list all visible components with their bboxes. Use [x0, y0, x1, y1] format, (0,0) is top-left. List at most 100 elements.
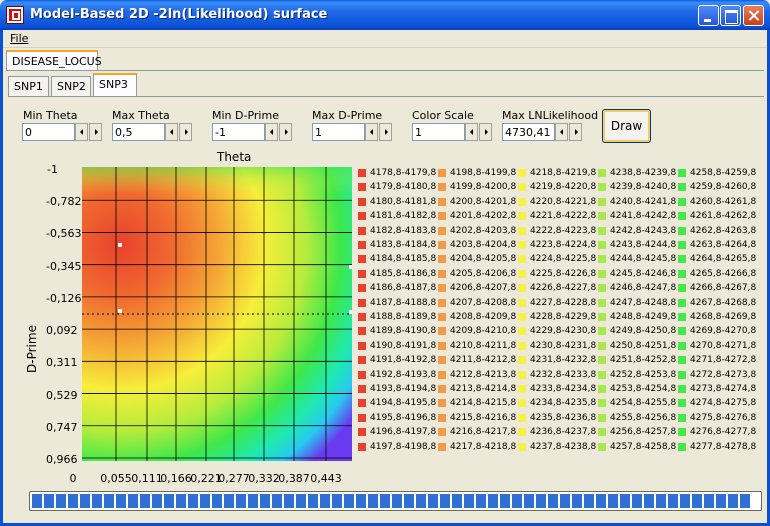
- legend-swatch: [438, 226, 446, 235]
- legend-swatch: [678, 169, 686, 177]
- progress-segment: [68, 494, 78, 508]
- max-theta-decrement-button[interactable]: [165, 123, 178, 141]
- progress-segment: [284, 494, 294, 508]
- max-lnlikelihood-input[interactable]: 4730,41: [502, 123, 555, 141]
- legend-swatch: [518, 385, 526, 393]
- legend-label: 4263,8-4264,8: [690, 240, 757, 250]
- legend-label: 4180,8-4181,8: [370, 196, 437, 207]
- legend-label: 4203,8-4204,8: [450, 240, 517, 250]
- legend-label: 4201,8-4202,8: [450, 211, 517, 222]
- max-dprime-increment-button[interactable]: [379, 123, 392, 141]
- legend-label: 4238,8-4239,8: [610, 168, 677, 178]
- legend-swatch: [678, 341, 686, 350]
- progress-segment: [368, 494, 378, 508]
- progress-segment: [92, 494, 102, 508]
- legend-swatch: [678, 212, 686, 221]
- legend-swatch: [518, 197, 526, 206]
- progress-segment: [236, 494, 246, 508]
- legend-label: 4198,8-4199,8: [450, 168, 517, 178]
- min-theta-increment-button[interactable]: [89, 123, 102, 141]
- legend-label: 4272,8-4273,8: [690, 369, 757, 380]
- legend-swatch: [678, 370, 686, 379]
- progress-segment: [212, 494, 222, 508]
- legend-swatch: [358, 197, 366, 206]
- legend-label: 4234,8-4235,8: [530, 398, 597, 409]
- app-icon[interactable]: [6, 6, 24, 24]
- min-dprime-input[interactable]: -1: [212, 123, 265, 141]
- legend-label: 4235,8-4236,8: [530, 412, 597, 423]
- likelihood-heatmap[interactable]: [82, 167, 352, 461]
- legend-label: 4178,8-4179,8: [370, 168, 437, 178]
- min-theta-input[interactable]: 0: [22, 123, 75, 141]
- min-dprime-increment-button[interactable]: [279, 123, 292, 141]
- legend-label: 4257,8-4258,8: [610, 441, 677, 452]
- progress-segment: [608, 494, 618, 508]
- color-scale-decrement-button[interactable]: [465, 123, 478, 141]
- tab-disease-locus[interactable]: DISEASE_LOCUS: [6, 50, 102, 70]
- draw-button[interactable]: Draw: [602, 109, 651, 143]
- max-dprime-decrement-button[interactable]: [365, 123, 378, 141]
- legend-swatch: [598, 356, 606, 365]
- color-scale-increment-button[interactable]: [479, 123, 492, 141]
- legend-swatch: [678, 298, 686, 307]
- max-theta-increment-button[interactable]: [179, 123, 192, 141]
- legend-swatch: [598, 284, 606, 293]
- legend-swatch: [518, 341, 526, 350]
- legend-label: 4250,8-4251,8: [610, 340, 677, 351]
- legend-swatch: [358, 298, 366, 307]
- legend-label: 4253,8-4254,8: [610, 384, 677, 394]
- legend-label: 4193,8-4194,8: [370, 384, 437, 394]
- max-lnlikelihood-decrement-button[interactable]: [555, 123, 568, 141]
- tab-snp1[interactable]: SNP1: [8, 76, 49, 96]
- legend-swatch: [358, 241, 366, 249]
- progress-segment: [548, 494, 558, 508]
- legend-label: 4276,8-4277,8: [690, 427, 757, 438]
- tab-snp3[interactable]: SNP3: [93, 73, 137, 96]
- progress-segment: [500, 494, 510, 508]
- progress-segment: [560, 494, 570, 508]
- max-theta-input[interactable]: 0,5: [112, 123, 165, 141]
- title-bar[interactable]: Model-Based 2D -2ln(Likelihood) surface: [0, 0, 770, 30]
- legend-label: 4204,8-4205,8: [450, 254, 517, 265]
- legend-swatch: [438, 413, 446, 422]
- progress-segment: [356, 494, 366, 508]
- x-tick-label: 0,166: [160, 472, 192, 485]
- legend-label: 4270,8-4271,8: [690, 340, 757, 351]
- tab-snp2[interactable]: SNP2: [51, 76, 91, 96]
- legend-label: 4196,8-4197,8: [370, 427, 437, 438]
- legend-label: 4209,8-4210,8: [450, 326, 517, 337]
- x-axis-title: Theta: [217, 150, 252, 164]
- min-theta-label: Min Theta: [23, 109, 78, 122]
- minimize-button[interactable]: [698, 5, 719, 26]
- maximize-button[interactable]: [720, 5, 741, 26]
- legend-swatch: [678, 442, 686, 451]
- legend-label: 4211,8-4212,8: [450, 355, 517, 366]
- legend-label: 4267,8-4268,8: [690, 297, 757, 308]
- x-tick-label: 0,387: [278, 472, 310, 485]
- color-scale-input[interactable]: 1: [412, 123, 465, 141]
- legend-label: 4187,8-4188,8: [370, 297, 437, 308]
- legend-label: 4262,8-4263,8: [690, 225, 757, 236]
- legend-swatch: [438, 241, 446, 249]
- edge-marker-right: [349, 265, 352, 269]
- legend-label: 4258,8-4259,8: [690, 168, 757, 178]
- max-lnlikelihood-increment-button[interactable]: [569, 123, 582, 141]
- legend-label: 4247,8-4248,8: [610, 297, 677, 308]
- max-dprime-input[interactable]: 1: [312, 123, 365, 141]
- legend-swatch: [518, 413, 526, 422]
- legend-swatch: [438, 255, 446, 264]
- legend-swatch: [438, 212, 446, 221]
- close-button[interactable]: [743, 5, 764, 26]
- legend-swatch: [438, 385, 446, 393]
- menu-file[interactable]: File: [10, 32, 28, 45]
- progress-segment: [308, 494, 318, 508]
- min-theta-decrement-button[interactable]: [75, 123, 88, 141]
- min-dprime-decrement-button[interactable]: [265, 123, 278, 141]
- legend-label: 4246,8-4247,8: [610, 283, 677, 294]
- legend-label: 4232,8-4233,8: [530, 369, 597, 380]
- legend-label: 4233,8-4234,8: [530, 384, 597, 394]
- legend-swatch: [438, 341, 446, 350]
- legend-swatch: [438, 183, 446, 192]
- legend-label: 4251,8-4252,8: [610, 355, 677, 366]
- legend-swatch: [678, 284, 686, 293]
